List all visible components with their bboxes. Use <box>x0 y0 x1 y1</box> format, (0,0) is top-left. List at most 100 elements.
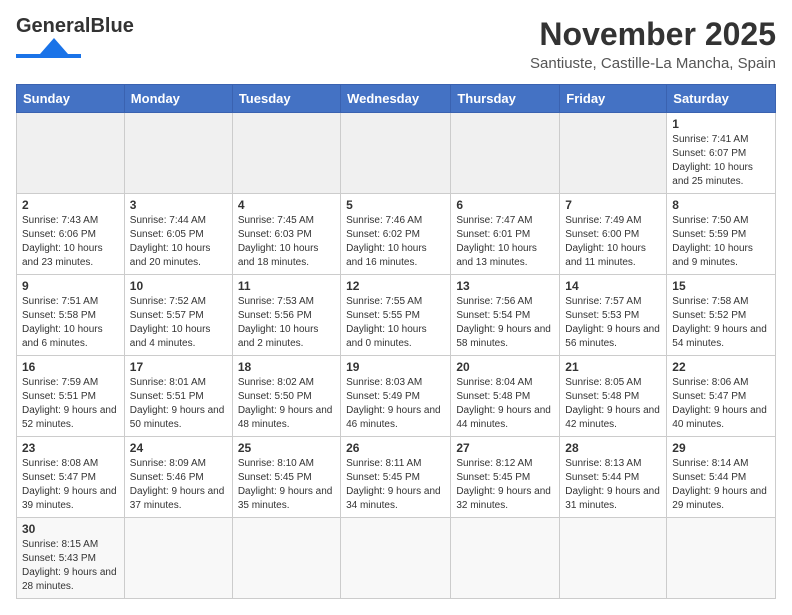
day-info: Sunrise: 8:15 AM Sunset: 5:43 PM Dayligh… <box>22 538 119 594</box>
day-number: 24 <box>130 441 227 455</box>
weekday-header-saturday: Saturday <box>667 85 776 113</box>
day-number: 11 <box>238 279 335 293</box>
day-info: Sunrise: 7:55 AM Sunset: 5:55 PM Dayligh… <box>346 295 445 351</box>
calendar-week-2: 2Sunrise: 7:43 AM Sunset: 6:06 PM Daylig… <box>17 194 776 275</box>
day-info: Sunrise: 8:02 AM Sunset: 5:50 PM Dayligh… <box>238 376 335 432</box>
calendar-cell: 5Sunrise: 7:46 AM Sunset: 6:02 PM Daylig… <box>341 194 451 275</box>
calendar-cell: 7 Sunrise: 7:49 AM Sunset: 6:00 PM Daylig… <box>560 194 667 275</box>
logo-text-blue: Blue <box>90 16 133 36</box>
day-info: Sunrise: 7:53 AM Sunset: 5:56 PM Dayligh… <box>238 295 335 351</box>
day-number: 5 <box>346 198 445 212</box>
calendar-cell: 12 Sunrise: 7:55 AM Sunset: 5:55 PM Dayli… <box>341 275 451 356</box>
day-info: Sunrise: 7:44 AM Sunset: 6:05 PM Dayligh… <box>130 214 227 270</box>
calendar-cell: 13 Sunrise: 7:56 AM Sunset: 5:54 PM Dayli… <box>451 275 560 356</box>
day-info: Sunrise: 8:04 AM Sunset: 5:48 PM Dayligh… <box>456 376 554 432</box>
calendar-week-3: 9 Sunrise: 7:51 AM Sunset: 5:58 PM Daylig… <box>17 275 776 356</box>
calendar-cell: 20Sunrise: 8:04 AM Sunset: 5:48 PM Dayli… <box>451 356 560 437</box>
day-number: 26 <box>346 441 445 455</box>
location: Santiuste, Castille-La Mancha, Spain <box>530 55 776 72</box>
day-info: Sunrise: 8:11 AM Sunset: 5:45 PM Dayligh… <box>346 457 445 513</box>
day-info: Sunrise: 8:09 AM Sunset: 5:46 PM Dayligh… <box>130 457 227 513</box>
day-number: 4 <box>238 198 335 212</box>
calendar-cell: 16Sunrise: 7:59 AM Sunset: 5:51 PM Dayli… <box>17 356 125 437</box>
weekday-header-wednesday: Wednesday <box>341 85 451 113</box>
day-info: Sunrise: 7:50 AM Sunset: 5:59 PM Dayligh… <box>672 214 770 270</box>
calendar-cell: 21Sunrise: 8:05 AM Sunset: 5:48 PM Dayli… <box>560 356 667 437</box>
calendar-cell: 4 Sunrise: 7:45 AM Sunset: 6:03 PM Daylig… <box>232 194 340 275</box>
calendar-cell: 9 Sunrise: 7:51 AM Sunset: 5:58 PM Daylig… <box>17 275 125 356</box>
day-number: 22 <box>672 360 770 374</box>
calendar-cell <box>232 113 340 194</box>
calendar-cell: 6 Sunrise: 7:47 AM Sunset: 6:01 PM Daylig… <box>451 194 560 275</box>
day-number: 9 <box>22 279 119 293</box>
calendar-cell <box>341 518 451 599</box>
day-number: 15 <box>672 279 770 293</box>
logo-text-general: General <box>16 16 90 36</box>
day-info: Sunrise: 7:47 AM Sunset: 6:01 PM Dayligh… <box>456 214 554 270</box>
day-number: 23 <box>22 441 119 455</box>
page-header: GeneralBlue November 2025 Santiuste, Cas… <box>16 16 776 72</box>
calendar-cell: 24 Sunrise: 8:09 AM Sunset: 5:46 PM Dayli… <box>124 437 232 518</box>
day-info: Sunrise: 8:08 AM Sunset: 5:47 PM Dayligh… <box>22 457 119 513</box>
calendar-cell <box>560 113 667 194</box>
calendar-cell <box>232 518 340 599</box>
day-info: Sunrise: 8:10 AM Sunset: 5:45 PM Dayligh… <box>238 457 335 513</box>
calendar-cell: 14Sunrise: 7:57 AM Sunset: 5:53 PM Dayli… <box>560 275 667 356</box>
day-number: 1 <box>672 117 770 131</box>
calendar-cell: 11 Sunrise: 7:53 AM Sunset: 5:56 PM Dayli… <box>232 275 340 356</box>
day-info: Sunrise: 7:41 AM Sunset: 6:07 PM Dayligh… <box>672 133 770 189</box>
day-number: 27 <box>456 441 554 455</box>
day-info: Sunrise: 7:56 AM Sunset: 5:54 PM Dayligh… <box>456 295 554 351</box>
day-info: Sunrise: 7:57 AM Sunset: 5:53 PM Dayligh… <box>565 295 661 351</box>
logo: GeneralBlue <box>16 16 134 60</box>
calendar-cell: 3Sunrise: 7:44 AM Sunset: 6:05 PM Daylig… <box>124 194 232 275</box>
day-number: 6 <box>456 198 554 212</box>
calendar-cell: 15 Sunrise: 7:58 AM Sunset: 5:52 PM Dayli… <box>667 275 776 356</box>
day-number: 19 <box>346 360 445 374</box>
day-number: 25 <box>238 441 335 455</box>
calendar-cell: 17 Sunrise: 8:01 AM Sunset: 5:51 PM Dayli… <box>124 356 232 437</box>
calendar-cell <box>124 518 232 599</box>
calendar-cell: 25 Sunrise: 8:10 AM Sunset: 5:45 PM Dayli… <box>232 437 340 518</box>
calendar-cell <box>667 518 776 599</box>
calendar-cell: 2Sunrise: 7:43 AM Sunset: 6:06 PM Daylig… <box>17 194 125 275</box>
day-info: Sunrise: 8:12 AM Sunset: 5:45 PM Dayligh… <box>456 457 554 513</box>
calendar-cell: 8Sunrise: 7:50 AM Sunset: 5:59 PM Daylig… <box>667 194 776 275</box>
day-info: Sunrise: 8:13 AM Sunset: 5:44 PM Dayligh… <box>565 457 661 513</box>
day-info: Sunrise: 8:03 AM Sunset: 5:49 PM Dayligh… <box>346 376 445 432</box>
calendar-table: SundayMondayTuesdayWednesdayThursdayFrid… <box>16 84 776 599</box>
day-info: Sunrise: 7:52 AM Sunset: 5:57 PM Dayligh… <box>130 295 227 351</box>
calendar-cell: 22Sunrise: 8:06 AM Sunset: 5:47 PM Dayli… <box>667 356 776 437</box>
day-info: Sunrise: 7:45 AM Sunset: 6:03 PM Dayligh… <box>238 214 335 270</box>
calendar-cell <box>124 113 232 194</box>
day-number: 12 <box>346 279 445 293</box>
day-info: Sunrise: 8:01 AM Sunset: 5:51 PM Dayligh… <box>130 376 227 432</box>
calendar-cell: 23 Sunrise: 8:08 AM Sunset: 5:47 PM Dayli… <box>17 437 125 518</box>
month-title: November 2025 <box>530 16 776 53</box>
day-info: Sunrise: 8:14 AM Sunset: 5:44 PM Dayligh… <box>672 457 770 513</box>
day-number: 17 <box>130 360 227 374</box>
calendar-cell: 1 Sunrise: 7:41 AM Sunset: 6:07 PM Daylig… <box>667 113 776 194</box>
weekday-header-tuesday: Tuesday <box>232 85 340 113</box>
calendar-cell: 28 Sunrise: 8:13 AM Sunset: 5:44 PM Dayli… <box>560 437 667 518</box>
calendar-cell: 10Sunrise: 7:52 AM Sunset: 5:57 PM Dayli… <box>124 275 232 356</box>
calendar-cell <box>341 113 451 194</box>
day-number: 16 <box>22 360 119 374</box>
day-number: 13 <box>456 279 554 293</box>
title-section: November 2025 Santiuste, Castille-La Man… <box>530 16 776 72</box>
day-number: 7 <box>565 198 661 212</box>
calendar-cell <box>560 518 667 599</box>
calendar-cell: 27 Sunrise: 8:12 AM Sunset: 5:45 PM Dayli… <box>451 437 560 518</box>
calendar-cell: 26 Sunrise: 8:11 AM Sunset: 5:45 PM Dayli… <box>341 437 451 518</box>
day-info: Sunrise: 7:58 AM Sunset: 5:52 PM Dayligh… <box>672 295 770 351</box>
calendar-week-4: 16Sunrise: 7:59 AM Sunset: 5:51 PM Dayli… <box>17 356 776 437</box>
calendar-cell: 29 Sunrise: 8:14 AM Sunset: 5:44 PM Dayli… <box>667 437 776 518</box>
day-number: 28 <box>565 441 661 455</box>
day-info: Sunrise: 7:49 AM Sunset: 6:00 PM Dayligh… <box>565 214 661 270</box>
day-number: 29 <box>672 441 770 455</box>
calendar-week-1: 1 Sunrise: 7:41 AM Sunset: 6:07 PM Daylig… <box>17 113 776 194</box>
calendar-cell: 18Sunrise: 8:02 AM Sunset: 5:50 PM Dayli… <box>232 356 340 437</box>
weekday-header-monday: Monday <box>124 85 232 113</box>
day-info: Sunrise: 7:51 AM Sunset: 5:58 PM Dayligh… <box>22 295 119 351</box>
logo-graphic <box>16 38 81 60</box>
